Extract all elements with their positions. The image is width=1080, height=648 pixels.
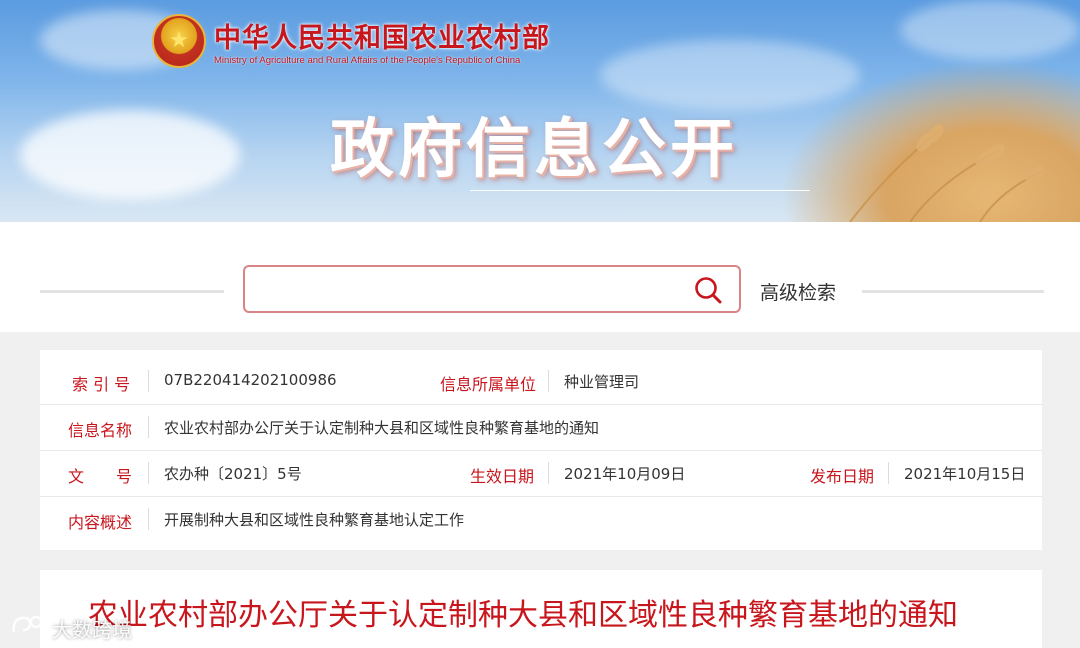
- search-box: [243, 265, 741, 313]
- wheat-stalks-decoration: [849, 124, 1046, 222]
- notice-title: 农业农村部办公厅关于认定制种大县和区域性良种繁育基地的通知: [88, 598, 958, 633]
- index-label: 索 引 号: [72, 375, 131, 394]
- divider: [148, 508, 149, 530]
- publish-date-value: 2021年10月15日: [904, 465, 1026, 483]
- divider: [148, 370, 149, 392]
- divider-right: [862, 290, 1044, 293]
- publish-date-label: 发布日期: [810, 467, 875, 486]
- unit-value: 种业管理司: [564, 373, 640, 391]
- doc-number-value: 农办种〔2021〕5号: [164, 465, 302, 483]
- ministry-name[interactable]: 中华人民共和国农业农村部: [214, 16, 550, 55]
- divider: [148, 416, 149, 438]
- search-icon[interactable]: [693, 275, 723, 305]
- effective-date-label: 生效日期: [470, 467, 535, 486]
- title-underline: [470, 190, 810, 191]
- index-value: 07B220414202100986: [164, 371, 337, 389]
- metadata-row: 内容概述 开展制种大县和区域性良种繁育基地认定工作: [40, 496, 1042, 542]
- search-input[interactable]: [257, 277, 681, 305]
- name-value: 农业农村部办公厅关于认定制种大县和区域性良种繁育基地的通知: [164, 419, 600, 437]
- watermark-text: 大数跨境: [52, 618, 132, 642]
- metadata-row: 索 引 号 07B220414202100986 信息所属单位 种业管理司: [40, 358, 1042, 405]
- summary-label: 内容概述: [68, 513, 133, 532]
- divider: [888, 462, 889, 484]
- metadata-row: 文 号 农办种〔2021〕5号 生效日期 2021年10月09日 发布日期 20…: [40, 450, 1042, 497]
- page-title: 政府信息公开: [330, 113, 738, 187]
- divider-left: [40, 290, 224, 293]
- metadata-panel: 索 引 号 07B220414202100986 信息所属单位 种业管理司 信息…: [40, 350, 1042, 550]
- unit-label: 信息所属单位: [440, 375, 537, 394]
- header-banner: ★ 中华人民共和国农业农村部 Ministry of Agriculture a…: [0, 0, 1080, 222]
- divider: [548, 462, 549, 484]
- national-emblem-icon: ★: [152, 14, 206, 68]
- doc-number-label: 文 号: [68, 467, 133, 486]
- name-label: 信息名称: [68, 421, 133, 440]
- metadata-row: 信息名称 农业农村部办公厅关于认定制种大县和区域性良种繁育基地的通知: [40, 404, 1042, 451]
- cloud-decoration: [900, 0, 1080, 60]
- watermark-logo-icon: [12, 615, 45, 633]
- divider: [548, 370, 549, 392]
- summary-value: 开展制种大县和区域性良种繁育基地认定工作: [164, 511, 465, 529]
- effective-date-value: 2021年10月09日: [564, 465, 686, 483]
- divider: [148, 462, 149, 484]
- ministry-name-english: Ministry of Agriculture and Rural Affair…: [214, 55, 521, 66]
- cloud-decoration: [20, 110, 240, 200]
- advanced-search-link[interactable]: 高级检索: [760, 278, 836, 305]
